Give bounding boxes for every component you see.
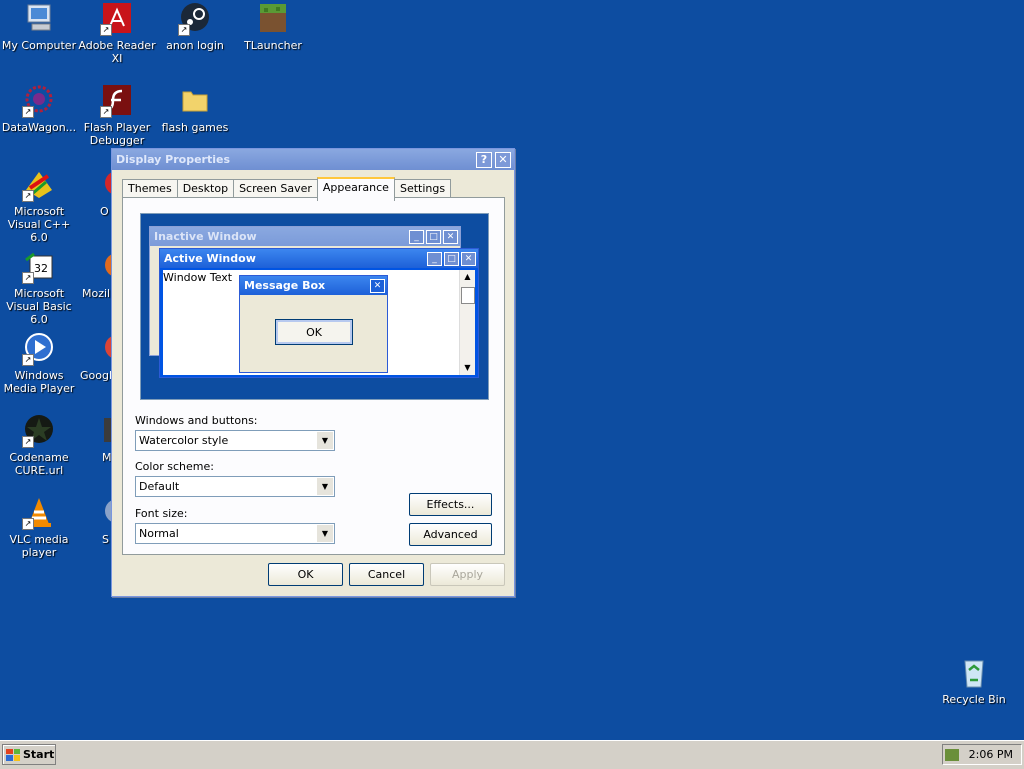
desktop-icon-partial-3[interactable]: Google: [78, 332, 112, 382]
preview-message-box: Message Box ✕ OK: [239, 275, 388, 373]
scroll-thumb: [461, 287, 475, 304]
windows-logo-icon: [6, 748, 20, 761]
desktop-icon-my-computer[interactable]: My Computer: [0, 2, 78, 52]
adobe-reader-icon: ↗: [100, 2, 134, 36]
cancel-button[interactable]: Cancel: [349, 563, 424, 586]
scroll-up-icon: ▲: [464, 272, 471, 281]
shortcut-arrow-icon: ↗: [22, 436, 34, 448]
font-size-label: Font size:: [135, 507, 188, 520]
desktop-icon-flash-player-debugger[interactable]: ↗ Flash Player Debugger: [78, 84, 156, 147]
close-icon: ✕: [443, 229, 458, 244]
start-label: Start: [23, 748, 55, 761]
scroll-down-icon: ▼: [464, 363, 471, 372]
desktop-icon-visual-cpp[interactable]: ↗ Microsoft Visual C++ 6.0: [0, 168, 78, 244]
help-button[interactable]: ?: [476, 151, 492, 168]
svg-text:32: 32: [34, 262, 48, 275]
start-button[interactable]: Start: [2, 744, 56, 765]
font-size-select[interactable]: Normal ▼: [135, 523, 335, 544]
desktop-icon-codename-cure[interactable]: ↗ Codename CURE.url: [0, 414, 78, 477]
desktop-icon-windows-media-player[interactable]: ↗ Windows Media Player: [0, 332, 78, 395]
advanced-button[interactable]: Advanced: [409, 523, 492, 546]
windows-buttons-label: Windows and buttons:: [135, 414, 258, 427]
chevron-down-icon[interactable]: ▼: [317, 478, 333, 495]
codename-cure-icon: ↗: [22, 414, 56, 448]
window-text: Window Text: [163, 271, 233, 284]
vlc-icon: ↗: [22, 496, 56, 530]
steam-icon: ↗: [178, 2, 212, 36]
chevron-down-icon[interactable]: ▼: [317, 432, 333, 449]
desktop-icon-flash-games[interactable]: flash games: [156, 84, 234, 134]
desktop-icon-recycle-bin[interactable]: Recycle Bin: [935, 656, 1013, 706]
desktop-icon-partial-4[interactable]: M: [78, 414, 112, 464]
maximize-icon: □: [444, 251, 459, 266]
effects-button[interactable]: Effects...: [409, 493, 492, 516]
dialog-title: Display Properties: [116, 153, 231, 166]
computer-icon: [22, 2, 56, 36]
desktop-icon-tlauncher[interactable]: TLauncher: [234, 2, 312, 52]
shortcut-arrow-icon: ↗: [22, 106, 34, 118]
desktop-icon-partial-1[interactable]: O: [78, 168, 112, 218]
active-window-title: Active Window: [164, 252, 256, 265]
close-icon: ✕: [370, 278, 385, 293]
apply-button[interactable]: Apply: [430, 563, 505, 586]
preview-scrollbar: ▲ ▼: [459, 270, 475, 375]
shortcut-arrow-icon: ↗: [100, 106, 112, 118]
shortcut-arrow-icon: ↗: [178, 24, 190, 36]
minimize-icon: _: [409, 229, 424, 244]
system-tray: 2:06 PM: [942, 744, 1022, 765]
shortcut-arrow-icon: ↗: [100, 24, 112, 36]
folder-icon: [178, 84, 212, 118]
desktop-icon-anon-login[interactable]: ↗ anon login: [156, 2, 234, 52]
desktop-icon-partial-5[interactable]: S: [78, 496, 112, 546]
display-properties-dialog: Display Properties ? ✕ Themes Desktop Sc…: [111, 148, 515, 597]
shortcut-arrow-icon: ↗: [22, 190, 34, 202]
desktop-icon-partial-2[interactable]: Mozill: [78, 250, 112, 300]
windows-buttons-select[interactable]: Watercolor style ▼: [135, 430, 335, 451]
color-scheme-label: Color scheme:: [135, 460, 214, 473]
chevron-down-icon[interactable]: ▼: [317, 525, 333, 542]
preview-ok-button: OK: [275, 319, 353, 345]
desktop-icon-adobe-reader[interactable]: ↗ Adobe Reader XI: [78, 2, 156, 65]
media-player-icon: ↗: [22, 332, 56, 366]
minimize-icon: _: [427, 251, 442, 266]
color-scheme-select[interactable]: Default ▼: [135, 476, 335, 497]
message-box-title: Message Box: [244, 279, 326, 292]
shortcut-arrow-icon: ↗: [22, 518, 34, 530]
dialog-titlebar[interactable]: Display Properties ? ✕: [112, 149, 514, 170]
desktop-icon-datawagon[interactable]: ↗ DataWagon...: [0, 84, 78, 134]
network-icon[interactable]: [944, 748, 959, 761]
clock[interactable]: 2:06 PM: [969, 748, 1013, 761]
maximize-icon: □: [426, 229, 441, 244]
close-icon: ✕: [461, 251, 476, 266]
taskbar: Start 2:06 PM: [0, 740, 1024, 769]
recycle-bin-icon: [957, 656, 991, 690]
appearance-preview: Inactive Window _ □ ✕ Active Window _ □ …: [140, 213, 489, 400]
desktop-icon-vlc[interactable]: ↗ VLC media player: [0, 496, 78, 559]
tab-appearance[interactable]: Appearance: [316, 177, 395, 201]
visual-cpp-icon: ↗: [22, 168, 56, 202]
visual-basic-icon: 32 ↗: [22, 250, 56, 284]
minecraft-block-icon: [256, 2, 290, 36]
close-button[interactable]: ✕: [495, 151, 511, 168]
appearance-panel: Inactive Window _ □ ✕ Active Window _ □ …: [122, 197, 505, 555]
ok-button[interactable]: OK: [268, 563, 343, 586]
flash-icon: ↗: [100, 84, 134, 118]
desktop-icon-visual-basic[interactable]: 32 ↗ Microsoft Visual Basic 6.0: [0, 250, 78, 326]
datawagon-icon: ↗: [22, 84, 56, 118]
shortcut-arrow-icon: ↗: [22, 272, 34, 284]
inactive-window-title: Inactive Window: [154, 230, 257, 243]
shortcut-arrow-icon: ↗: [22, 354, 34, 366]
